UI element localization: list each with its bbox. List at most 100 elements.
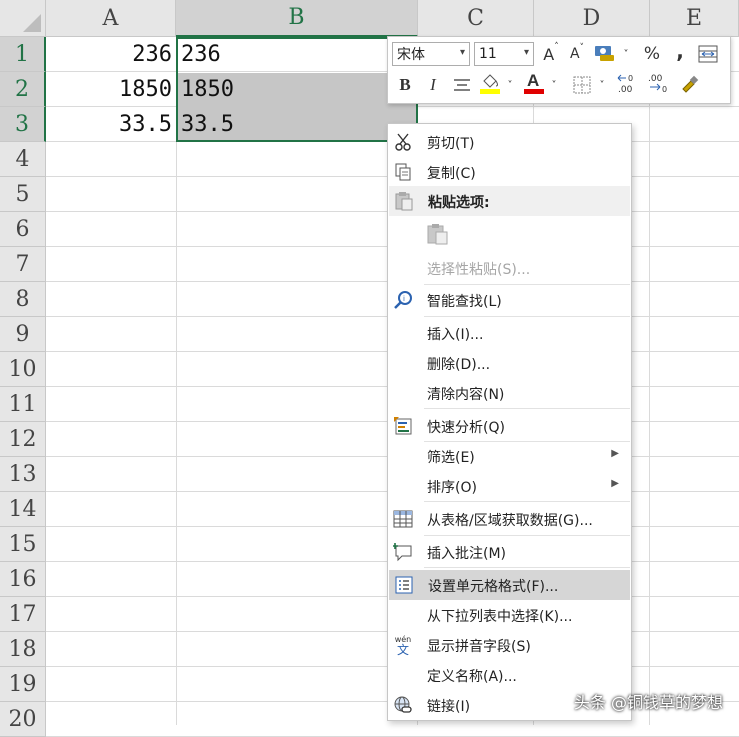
font-color-dropdown[interactable]: ˅ (548, 73, 560, 97)
menu-item-insert-comment[interactable]: 插入批注(M) (388, 537, 631, 567)
format-painter-icon (682, 75, 699, 93)
font-size-combo[interactable]: 11 ▾ (474, 42, 534, 66)
menu-item-label: 定义名称(A)... (427, 669, 517, 685)
menu-item-cut[interactable]: 剪切(T) (388, 127, 631, 157)
menu-item-label: 从表格/区域获取数据(G)... (427, 513, 593, 529)
format-painter-button[interactable] (678, 72, 702, 96)
fill-color-button[interactable] (478, 71, 502, 95)
row-header[interactable]: 12 (0, 422, 46, 457)
svg-text:A: A (527, 71, 539, 90)
row-header[interactable]: 20 (0, 702, 46, 737)
menu-item-delete[interactable]: 删除(D)... (388, 348, 631, 378)
percent-icon: % (643, 44, 661, 64)
watermark: 头条 @铜钱草的梦想 (573, 693, 723, 712)
paste-option-button[interactable] (425, 221, 451, 247)
increase-font-size-button[interactable]: A ˄ (540, 42, 562, 66)
clipboard-icon (427, 224, 448, 245)
row-header[interactable]: 5 (0, 177, 46, 212)
bold-button[interactable]: B (394, 73, 416, 97)
decrease-decimal-button[interactable]: .00 0 (646, 71, 672, 95)
cell-b1[interactable]: 236 (176, 37, 418, 72)
menu-item-quick-analysis[interactable]: 快速分析(Q) (388, 411, 631, 441)
row-header[interactable]: 18 (0, 632, 46, 667)
menu-item-define-name[interactable]: 定义名称(A)... (388, 660, 631, 690)
menu-item-get-data-from-table[interactable]: 从表格/区域获取数据(G)... (388, 504, 631, 534)
column-header-b[interactable]: B (176, 0, 418, 37)
row-header[interactable]: 7 (0, 247, 46, 282)
select-all-triangle (23, 14, 41, 32)
cell-b2[interactable]: 1850 (176, 72, 418, 107)
format-cells-icon (394, 575, 414, 595)
menu-item-label: 复制(C) (427, 166, 476, 182)
chevron-down-icon: ˅ (507, 79, 513, 91)
italic-button[interactable]: I (422, 73, 444, 97)
row-header[interactable]: 13 (0, 457, 46, 492)
row-header[interactable]: 15 (0, 527, 46, 562)
row-header[interactable]: 8 (0, 282, 46, 317)
decrease-font-size-button[interactable]: A ˅ (566, 42, 588, 66)
menu-item-label: 显示拼音字段(S) (427, 639, 531, 655)
menu-item-label: 从下拉列表中选择(K)... (427, 609, 573, 625)
menu-item-clear-contents[interactable]: 清除内容(N) (388, 378, 631, 408)
column-header-c[interactable]: C (418, 0, 534, 37)
comma-style-button[interactable]: , (670, 39, 690, 63)
accounting-format-button[interactable] (592, 41, 618, 65)
row-header[interactable]: 16 (0, 562, 46, 597)
row-header[interactable]: 1 (0, 37, 46, 72)
borders-button[interactable] (570, 73, 594, 97)
row-header[interactable]: 4 (0, 142, 46, 177)
merge-center-button[interactable] (696, 42, 720, 66)
menu-item-label: 智能查找(L) (427, 294, 502, 310)
menu-item-label: 插入(I)... (427, 327, 484, 343)
row-header[interactable]: 10 (0, 352, 46, 387)
menu-item-filter[interactable]: 筛选(E) ▶ (388, 441, 631, 471)
menu-item-format-cells[interactable]: 设置单元格格式(F)... (389, 570, 630, 600)
row-header[interactable]: 17 (0, 597, 46, 632)
column-header-a[interactable]: A (46, 0, 176, 37)
submenu-arrow-icon: ▶ (611, 478, 619, 489)
row-header[interactable]: 2 (0, 72, 46, 107)
menu-item-sort[interactable]: 排序(O) ▶ (388, 471, 631, 501)
comma-icon: , (676, 39, 684, 63)
cell-a2[interactable]: 1850 (46, 72, 176, 107)
fill-color-dropdown[interactable]: ˅ (504, 73, 516, 97)
svg-text:0: 0 (628, 74, 633, 83)
phonetic-icon: wén 文 (393, 635, 413, 656)
caret-up-icon: ˄ (554, 42, 559, 52)
bold-icon: B (399, 75, 411, 94)
column-header-d[interactable]: D (534, 0, 650, 37)
cell-b3[interactable]: 33.5 (176, 107, 418, 142)
borders-dropdown[interactable]: ˅ (596, 73, 608, 97)
menu-item-insert[interactable]: 插入(I)... (388, 318, 631, 348)
row-header[interactable]: 6 (0, 212, 46, 247)
menu-item-smart-lookup[interactable]: i 智能查找(L) (388, 285, 631, 315)
chevron-down-icon: ˅ (623, 48, 629, 60)
menu-item-label: 清除内容(N) (427, 387, 505, 403)
align-center-button[interactable] (450, 73, 474, 97)
cell-a1[interactable]: 236 (46, 37, 176, 72)
select-all-corner[interactable] (0, 0, 46, 37)
cell-a3[interactable]: 33.5 (46, 107, 176, 142)
row-header[interactable]: 11 (0, 387, 46, 422)
menu-item-show-phonetic[interactable]: wén 文 显示拼音字段(S) (388, 630, 631, 660)
column-header-e[interactable]: E (650, 0, 739, 37)
italic-icon: I (430, 75, 436, 94)
row-header[interactable]: 19 (0, 667, 46, 702)
menu-item-copy[interactable]: 复制(C) (388, 157, 631, 187)
font-color-button[interactable]: A (522, 71, 546, 95)
menu-item-pick-from-list[interactable]: 从下拉列表中选择(K)... (388, 600, 631, 630)
row-header[interactable]: 9 (0, 317, 46, 352)
copy-icon (393, 162, 413, 182)
increase-decimal-button[interactable]: 0.00 (616, 71, 642, 95)
quick-analysis-icon (393, 416, 413, 436)
percent-style-button[interactable]: % (640, 42, 664, 66)
submenu-arrow-icon: ▶ (611, 448, 619, 459)
align-center-icon (454, 79, 470, 91)
font-name-combo[interactable]: 宋体 ▾ (392, 42, 470, 66)
svg-text:0: 0 (662, 85, 667, 94)
row-header[interactable]: 3 (0, 107, 46, 142)
menu-separator (424, 535, 630, 536)
accounting-dropdown[interactable]: ˅ (620, 42, 632, 66)
row-header[interactable]: 14 (0, 492, 46, 527)
borders-icon (573, 76, 591, 94)
